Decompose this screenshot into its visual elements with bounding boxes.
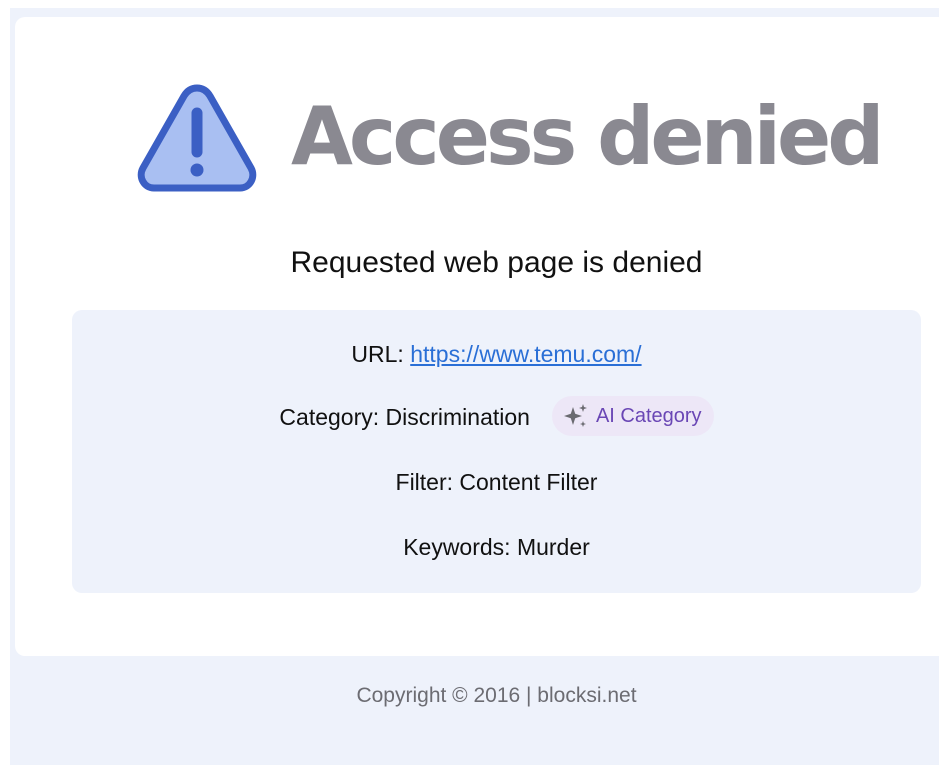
category-row: Category: Discrimination AI Category	[72, 396, 921, 439]
details-panel: URL: https://www.temu.com/ Category: Dis…	[72, 310, 921, 593]
filter-row: Filter: Content Filter	[395, 469, 598, 495]
category-label: Category: Discrimination	[279, 404, 530, 431]
page-subtitle: Requested web page is denied	[290, 246, 703, 279]
ai-category-label: AI Category	[595, 405, 702, 427]
keywords-row: Keywords: Murder	[403, 534, 590, 560]
hero-header: Access denied	[137, 79, 885, 195]
content-card: Access denied Requested web page is deni…	[15, 17, 939, 656]
url-row: URL: https://www.temu.com/	[72, 340, 921, 368]
page-title: Access denied	[291, 90, 885, 183]
url-label: URL:	[351, 341, 411, 367]
warning-triangle-icon	[137, 84, 257, 192]
footer-copyright: Copyright © 2016 | blocksi.net	[356, 684, 637, 707]
page-background: Access denied Requested web page is deni…	[10, 8, 939, 765]
url-link[interactable]: https://www.temu.com/	[410, 341, 641, 367]
sparkles-icon	[563, 404, 587, 427]
ai-category-badge: AI Category	[551, 396, 714, 436]
